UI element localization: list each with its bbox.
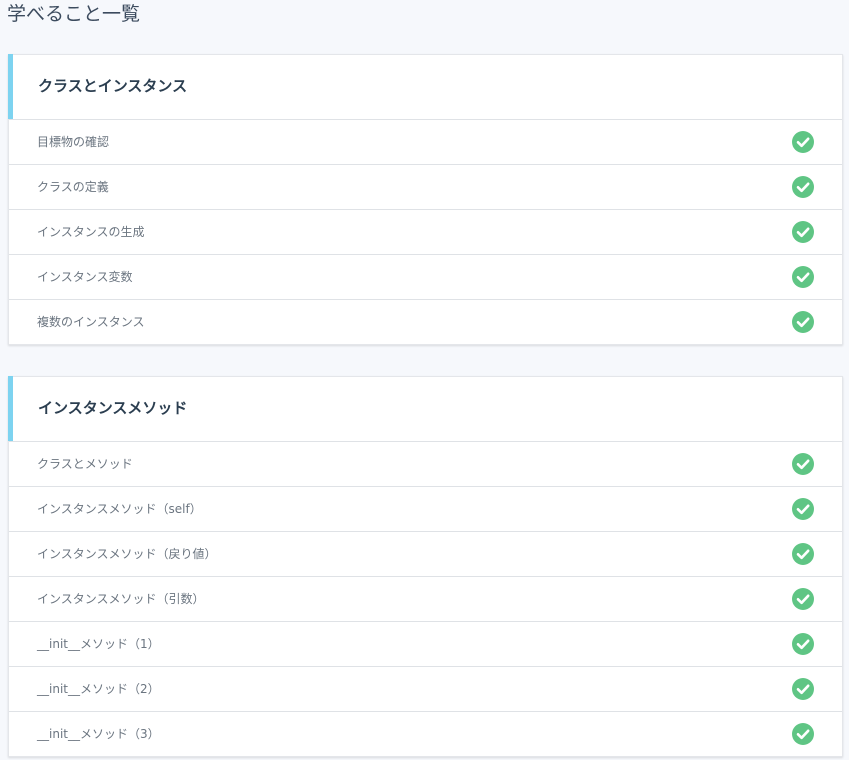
lesson-label: __init__メソッド（1） (37, 637, 160, 651)
lesson-label: インスタンスメソッド（引数） (37, 592, 205, 606)
lesson-row[interactable]: 複数のインスタンス (9, 300, 842, 344)
lesson-row[interactable]: インスタンスの生成 (9, 210, 842, 255)
check-circle-icon (792, 311, 814, 333)
check-circle-icon (792, 498, 814, 520)
lesson-label: インスタンスメソッド（戻り値） (37, 547, 217, 561)
lesson-label: 目標物の確認 (37, 135, 110, 149)
lesson-label: インスタンスメソッド（self） (37, 502, 202, 516)
check-circle-icon (792, 453, 814, 475)
section-accent-bar (8, 376, 13, 441)
lesson-label: インスタンス変数 (37, 270, 133, 284)
lesson-row[interactable]: クラスとメソッド (9, 442, 842, 487)
check-circle-icon (792, 543, 814, 565)
check-circle-icon (792, 588, 814, 610)
check-circle-icon (792, 678, 814, 700)
check-circle-icon (792, 266, 814, 288)
lesson-label: 複数のインスタンス (37, 315, 145, 329)
section-classes-and-instances: クラスとインスタンス 目標物の確認 クラスの定義 インスタンスの生成 インスタン… (8, 54, 843, 345)
section-title: インスタンスメソッド (38, 399, 188, 417)
lesson-label: クラスとメソッド (37, 457, 133, 471)
section-header: クラスとインスタンス (8, 54, 842, 120)
lesson-row[interactable]: インスタンスメソッド（self） (9, 487, 842, 532)
check-circle-icon (792, 723, 814, 745)
section-accent-bar (8, 54, 13, 119)
section-header: インスタンスメソッド (8, 376, 842, 442)
lesson-row[interactable]: インスタンスメソッド（戻り値） (9, 532, 842, 577)
section-instance-methods: インスタンスメソッド クラスとメソッド インスタンスメソッド（self） インス… (8, 376, 843, 757)
lesson-label: __init__メソッド（3） (37, 727, 160, 741)
lesson-row[interactable]: __init__メソッド（2） (9, 667, 842, 712)
lesson-row[interactable]: 目標物の確認 (9, 120, 842, 165)
check-circle-icon (792, 221, 814, 243)
page-title: 学べること一覧 (7, 3, 141, 25)
lesson-label: インスタンスの生成 (37, 225, 145, 239)
lesson-row[interactable]: クラスの定義 (9, 165, 842, 210)
lesson-row[interactable]: __init__メソッド（1） (9, 622, 842, 667)
lesson-label: __init__メソッド（2） (37, 682, 160, 696)
section-title: クラスとインスタンス (38, 77, 188, 95)
check-circle-icon (792, 633, 814, 655)
lesson-label: クラスの定義 (37, 180, 109, 194)
check-circle-icon (792, 131, 814, 153)
check-circle-icon (792, 176, 814, 198)
lesson-row[interactable]: インスタンス変数 (9, 255, 842, 300)
lesson-row[interactable]: __init__メソッド（3） (9, 712, 842, 756)
lesson-row[interactable]: インスタンスメソッド（引数） (9, 577, 842, 622)
